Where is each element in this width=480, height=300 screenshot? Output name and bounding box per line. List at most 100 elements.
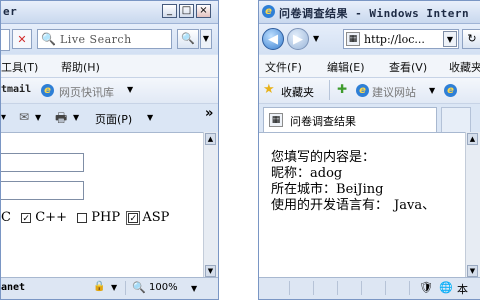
live-search-icon: 🔍: [41, 32, 56, 46]
scroll-down-arrow-icon[interactable]: ▼: [467, 265, 478, 277]
left-command-bar: ▾ ✉ ▼ 🖶 ▼ 页面(P) ▼ »: [1, 104, 218, 132]
city-label: 所在城市：: [271, 182, 337, 197]
zoom-icon[interactable]: 🔍: [132, 281, 146, 294]
suggested-sites-chevron-icon[interactable]: ▼: [429, 86, 435, 95]
favbar-divider: [329, 80, 330, 100]
status-cell-6: [389, 281, 410, 295]
window-title: er: [3, 5, 18, 18]
address-url[interactable]: http://loc...: [364, 33, 425, 46]
zoom-level[interactable]: 100%: [149, 282, 178, 293]
search-go-icon[interactable]: 🔍: [177, 29, 199, 49]
option-php-checkbox[interactable]: [77, 212, 88, 223]
option-asp-checkbox[interactable]: ✓: [126, 210, 141, 225]
toolbar-overflow-chevron-icon[interactable]: »: [205, 106, 213, 121]
print-icon[interactable]: 🖶: [55, 109, 67, 131]
left-vertical-scrollbar[interactable]: ▲ ▼: [203, 132, 218, 278]
languages-line: 使用的开发语言有： Java、: [271, 198, 435, 214]
suggested-sites-link[interactable]: 建议网站: [372, 84, 416, 100]
menu-tools[interactable]: 工具(T): [1, 59, 38, 75]
option-c-label: C: [1, 210, 11, 225]
address-dropdown-chevron-icon[interactable]: ▼: [443, 31, 457, 47]
quickstore-link[interactable]: 网页快讯库: [59, 84, 114, 100]
right-address-row: ◀ ▶ ▼ ▦ http://loc... ▼ ↻: [259, 24, 480, 54]
nickname-value: adog: [310, 166, 343, 181]
scroll-down-arrow-icon[interactable]: ▼: [205, 265, 216, 277]
scroll-up-arrow-icon[interactable]: ▲: [205, 133, 216, 145]
right-page-content: 您填写的内容是： 昵称：adog 所在城市：BeiJing 使用的开发语言有： J…: [259, 132, 466, 278]
home-chevron-icon[interactable]: ▾: [1, 112, 6, 123]
left-favorites-bar: tmail e 网页快讯库 ▼: [1, 78, 218, 104]
left-menubar: 工具(T) 帮助(H): [1, 55, 218, 78]
right-vertical-scrollbar[interactable]: ▲ ▼: [465, 132, 480, 278]
maximize-button[interactable]: □: [179, 4, 194, 18]
status-cell-4: [341, 281, 362, 295]
ie-icon: e: [41, 84, 54, 97]
back-arrow-icon[interactable]: ◀: [262, 28, 284, 50]
close-button[interactable]: ×: [196, 4, 211, 18]
new-tab-button[interactable]: [441, 107, 471, 132]
languages-value: Java、: [394, 198, 436, 213]
address-bar-end[interactable]: [1, 29, 10, 51]
mail-chevron-icon[interactable]: ▼: [35, 113, 41, 122]
option-asp-label: ASP: [142, 210, 170, 225]
refresh-icon[interactable]: ↻: [462, 29, 480, 49]
nickname-input[interactable]: [1, 153, 84, 172]
menu-edit[interactable]: 编辑(E): [327, 59, 365, 75]
scroll-up-arrow-icon[interactable]: ▲: [467, 133, 478, 145]
add-favorite-icon[interactable]: ✚: [337, 82, 347, 96]
search-box[interactable]: 🔍 Live Search: [37, 29, 172, 49]
internet-zone-icon: 🌐: [439, 281, 453, 294]
protected-mode-cell[interactable]: 🔒 ▼: [89, 281, 126, 295]
survey-results: 您填写的内容是： 昵称：adog 所在城市：BeiJing 使用的开发语言有： J…: [271, 150, 435, 214]
results-heading: 您填写的内容是：: [271, 150, 376, 165]
left-page-content: C ✓ C++ PHP ✓ ASP: [1, 132, 204, 278]
option-php-label: PHP: [91, 210, 121, 225]
menu-help[interactable]: 帮助(H): [61, 59, 100, 75]
tab-page-icon: ▦: [269, 113, 283, 127]
zoom-chevron-icon[interactable]: ▼: [191, 284, 197, 293]
left-statusbar: anet 🔒 ▼ 🔍 100% ▼: [1, 277, 218, 299]
option-cpp-label: C++: [35, 210, 67, 225]
protected-mode-icon: 🔒: [93, 281, 106, 292]
option-cpp-checkbox[interactable]: ✓: [21, 212, 32, 224]
favorites-star-icon[interactable]: ★: [263, 82, 275, 97]
city-input[interactable]: [1, 181, 84, 200]
left-browser-window: er _ □ × ✕ 🔍 Live Search 🔍 ▼ 工具(T) 帮助(H)…: [0, 0, 219, 300]
stop-icon[interactable]: ✕: [12, 29, 32, 49]
nickname-label: 昵称：: [271, 166, 311, 181]
left-address-row: ✕ 🔍 Live Search 🔍 ▼: [1, 24, 218, 54]
page-menu[interactable]: 页面(P): [95, 111, 132, 127]
right-favorites-bar: ★ 收藏夹 ✚ e 建议网站 ▼ e: [259, 78, 480, 104]
address-bar[interactable]: ▦ http://loc... ▼: [343, 29, 459, 49]
security-shield-icon[interactable]: 🛡: [419, 281, 433, 294]
minimize-button[interactable]: _: [162, 4, 177, 18]
forward-arrow-icon[interactable]: ▶: [287, 28, 309, 50]
ie-logo-icon: e: [262, 5, 275, 18]
menu-favorites[interactable]: 收藏夹: [449, 59, 480, 75]
quickstore-chevron-icon[interactable]: ▼: [127, 85, 133, 94]
left-titlebar: er _ □ ×: [1, 1, 218, 24]
right-statusbar: 🛡 🌐 本: [259, 277, 480, 299]
city-value: BeiJing: [336, 182, 384, 197]
security-zone-text: anet: [1, 282, 26, 293]
nickname-line: 昵称：adog: [271, 166, 435, 182]
menu-file[interactable]: 文件(F): [265, 59, 302, 75]
favorites-button-label[interactable]: 收藏夹: [281, 84, 314, 100]
tab-survey-results[interactable]: ▦ 问卷调查结果: [263, 107, 437, 132]
status-cell-2: [293, 281, 314, 295]
page-chevron-icon[interactable]: ▼: [147, 113, 153, 122]
right-titlebar: e 问卷调查结果 - Windows Intern: [259, 1, 480, 24]
right-menubar: 文件(F) 编辑(E) 查看(V) 收藏夹: [259, 55, 480, 78]
ie-icon: e: [356, 84, 369, 97]
zone-label: 本: [457, 283, 468, 296]
right-browser-window: e 问卷调查结果 - Windows Intern ◀ ▶ ▼ ▦ http:/…: [258, 0, 480, 300]
search-options-chevron-icon[interactable]: ▼: [200, 29, 212, 49]
menu-view[interactable]: 查看(V): [389, 59, 427, 75]
city-line: 所在城市：BeiJing: [271, 182, 435, 198]
print-chevron-icon[interactable]: ▼: [73, 113, 79, 122]
history-chevron-icon[interactable]: ▼: [313, 34, 319, 43]
mail-icon[interactable]: ✉: [19, 110, 29, 124]
ie-icon-2: e: [444, 84, 457, 97]
status-cell-3: [317, 281, 338, 295]
hotmail-link[interactable]: tmail: [1, 84, 31, 95]
